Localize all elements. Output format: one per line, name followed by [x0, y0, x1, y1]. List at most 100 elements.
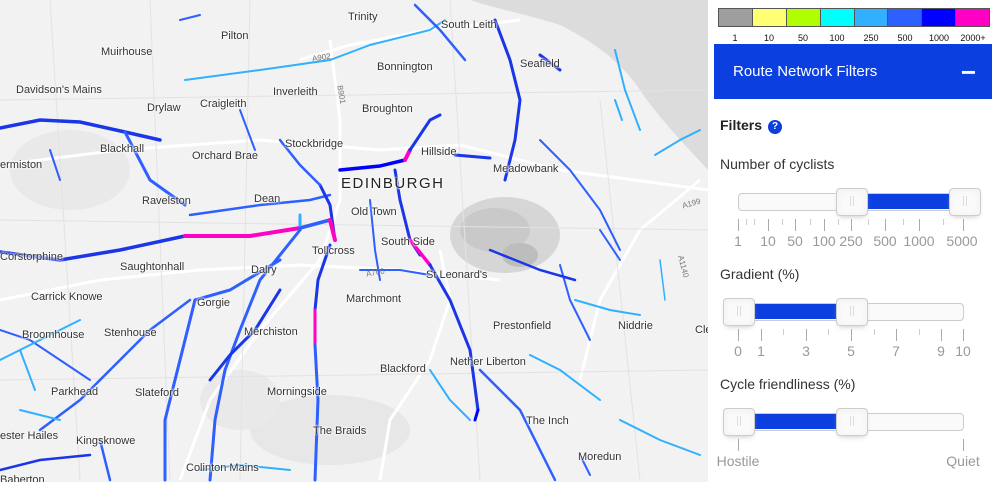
filters-heading-text: Filters [720, 117, 763, 133]
pip-tick [810, 219, 811, 225]
pip-label: 1 [757, 343, 765, 359]
pip-label: 7 [892, 343, 900, 359]
gradient-pips: 0 1 3 5 7 9 10 [734, 329, 971, 359]
friendliness-pips: Hostile Quiet [717, 439, 980, 469]
cyclists-upper-handle[interactable] [949, 188, 981, 216]
place-label: Orchard Brae [192, 150, 259, 162]
place-label: South Side [381, 236, 435, 248]
place-label: Pilton [221, 30, 249, 42]
place-label: Broughton [362, 103, 413, 115]
gradient-lower-handle[interactable] [723, 298, 755, 326]
pip-label: 0 [734, 343, 742, 359]
place-label: Craigleith [200, 98, 247, 110]
place-label: Morningside [267, 386, 327, 398]
pip-tick [795, 219, 796, 231]
pip-label: 5 [847, 343, 855, 359]
place-label: Blackhall [100, 143, 145, 155]
pip-tick [868, 219, 869, 225]
place-label: Dean [254, 193, 281, 205]
map-canvas[interactable] [0, 0, 708, 482]
map-view[interactable]: Trinity South Leith Muirhouse Pilton Sea… [0, 0, 708, 482]
legend-label: 100 [829, 33, 845, 43]
legend-label: 1000 [928, 33, 950, 43]
friendliness-lower-handle[interactable] [723, 408, 755, 436]
pip-label: 1000 [903, 233, 935, 249]
place-label: St Leonard's [426, 269, 488, 281]
place-label: ermiston [0, 159, 43, 171]
filter-panel: 1 10 50 100 250 500 1000 2000+ Route Net… [708, 0, 992, 482]
legend-swatch [853, 8, 888, 27]
pip-tick [754, 219, 755, 225]
pip-tick [903, 219, 904, 225]
pip-label: Hostile [716, 453, 760, 469]
pip-tick [963, 439, 964, 451]
pip-tick [851, 329, 852, 341]
color-legend: 1 10 50 100 250 500 1000 2000+ [718, 8, 990, 43]
pip-tick [828, 329, 829, 335]
pip-tick [746, 219, 747, 225]
pip-label: 500 [873, 233, 897, 249]
legend-label: 500 [897, 33, 913, 43]
place-label: Cle [695, 324, 708, 336]
pip-tick [738, 329, 739, 341]
pip-tick [941, 329, 942, 341]
legend-swatch [887, 8, 922, 27]
place-label: Ravelston [142, 195, 191, 207]
place-label: Seafield [520, 58, 560, 70]
gradient-slider-label: Gradient (%) [720, 266, 800, 282]
legend-label: 2000+ [960, 33, 986, 43]
pip-tick [963, 219, 964, 231]
pip-tick [885, 219, 886, 231]
friendliness-upper-handle[interactable] [836, 408, 868, 436]
place-label: Broomhouse [22, 329, 85, 341]
legend-swatch [819, 8, 854, 27]
gradient-slider[interactable] [723, 298, 964, 326]
pip-tick [738, 219, 739, 231]
pip-label: 250 [839, 233, 863, 249]
place-label: Stenhouse [104, 327, 157, 339]
legend-swatch [785, 8, 820, 27]
pip-label: 10 [760, 233, 776, 249]
legend-label: 250 [863, 33, 879, 43]
friendliness-slider[interactable] [723, 408, 964, 436]
place-label: Blackford [380, 363, 426, 375]
place-label: Marchmont [346, 293, 402, 305]
pip-label: 9 [937, 343, 945, 359]
place-label: The Braids [313, 425, 367, 437]
place-label: Moredun [578, 451, 622, 463]
pip-label: 50 [787, 233, 803, 249]
route-network-filters-header[interactable]: Route Network Filters − [714, 44, 992, 99]
legend-label: 50 [797, 33, 808, 43]
place-label: Nether Liberton [450, 356, 526, 368]
place-label: Gorgie [197, 297, 231, 309]
pip-tick [782, 219, 783, 225]
place-label: Tollcross [312, 245, 355, 257]
place-label: Meadowbank [493, 163, 559, 175]
pip-tick [963, 329, 964, 341]
legend-swatch [955, 8, 990, 27]
place-label: Saughtonhall [120, 261, 185, 273]
collapse-icon[interactable]: − [961, 59, 976, 85]
pip-label: 10 [955, 343, 971, 359]
cyclists-lower-handle[interactable] [836, 188, 868, 216]
pip-tick [874, 329, 875, 335]
place-label: Slateford [135, 387, 180, 399]
pip-label: 3 [802, 343, 810, 359]
place-label: The Inch [526, 415, 569, 427]
pip-label: Quiet [946, 453, 980, 469]
place-label: Old Town [351, 206, 397, 218]
pip-tick [824, 219, 825, 231]
pip-tick [768, 219, 769, 231]
legend-color-bar [718, 8, 990, 27]
help-icon[interactable]: ? [768, 120, 783, 134]
place-label: Hillside [421, 146, 457, 158]
place-label: Merchiston [244, 326, 298, 338]
pip-tick [783, 329, 784, 335]
pip-tick [761, 329, 762, 341]
place-label: South Leith [441, 19, 497, 31]
cyclists-slider[interactable] [738, 188, 981, 216]
legend-swatch [718, 8, 752, 27]
place-label: Corstorphine [0, 251, 63, 263]
gradient-upper-handle[interactable] [836, 298, 868, 326]
place-label: Stockbridge [285, 138, 344, 150]
